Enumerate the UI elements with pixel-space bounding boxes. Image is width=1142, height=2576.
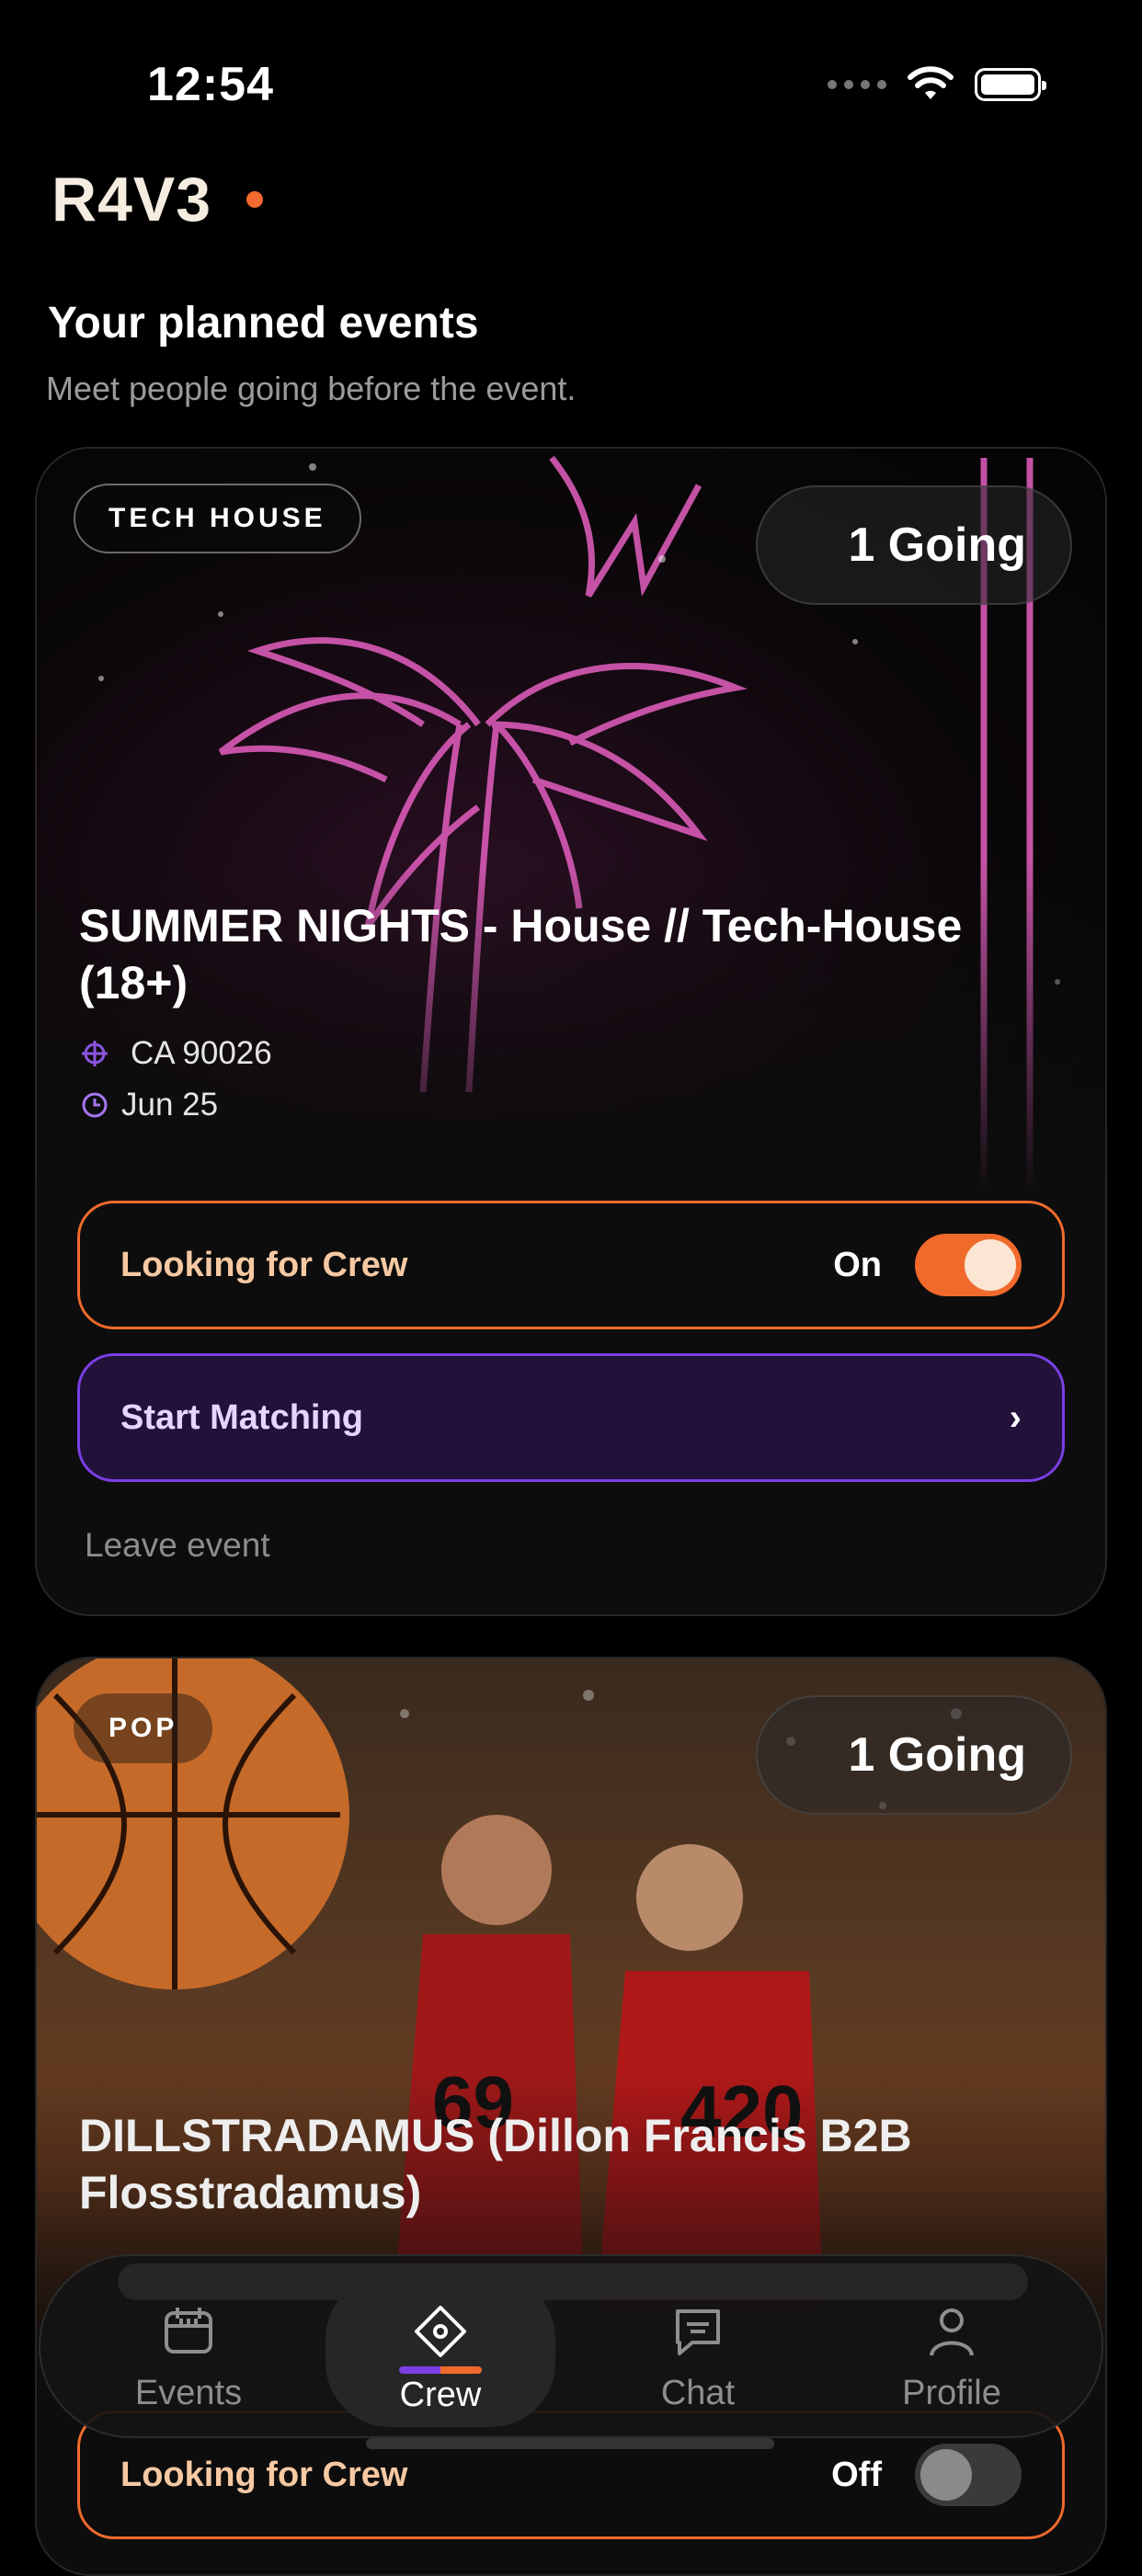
genre-badge: TECH HOUSE bbox=[74, 484, 361, 553]
event-date-text: Jun 25 bbox=[121, 1087, 219, 1123]
event-title: DILLSTRADAMUS (Dillon Francis B2B Flosst… bbox=[79, 2110, 912, 2218]
tab-label: Profile bbox=[902, 2374, 1001, 2412]
tab-events[interactable]: Events bbox=[74, 2293, 303, 2431]
status-indicators bbox=[828, 66, 1046, 103]
genre-badge: POP bbox=[74, 1693, 213, 1763]
crew-label: Looking for Crew bbox=[120, 2455, 408, 2494]
tab-label: Events bbox=[134, 2374, 243, 2412]
going-count-badge: 1 Going bbox=[756, 485, 1072, 605]
brand-dot bbox=[246, 191, 263, 208]
leave-event-link[interactable]: Leave event bbox=[85, 1526, 270, 1565]
tab-crew[interactable]: Crew bbox=[325, 2274, 555, 2427]
battery-icon bbox=[975, 68, 1046, 101]
crew-label: Looking for Crew bbox=[120, 1245, 408, 1284]
tab-chat[interactable]: Chat bbox=[583, 2293, 813, 2431]
event-title: SUMMER NIGHTS - House // Tech-House (18+… bbox=[79, 900, 963, 1009]
crew-toggle[interactable] bbox=[915, 2444, 1022, 2506]
tab-label: Crew bbox=[399, 2376, 482, 2414]
home-indicator bbox=[366, 2438, 774, 2449]
page-subtitle: Meet people going before the event. bbox=[46, 370, 577, 407]
looking-for-crew-row: Looking for Crew On bbox=[77, 1201, 1065, 1329]
event-location: CA 90026 bbox=[79, 1035, 272, 1072]
crew-state: On bbox=[833, 1245, 882, 1284]
clock-icon bbox=[82, 1092, 108, 1118]
event-location-text: CA 90026 bbox=[131, 1035, 272, 1071]
calendar-icon bbox=[165, 2308, 212, 2354]
tab-bar: Events Crew Chat Profile bbox=[39, 2254, 1103, 2438]
person-icon bbox=[930, 2308, 974, 2356]
event-card[interactable]: TECH HOUSE 1 Going SUMMER NIGHTS - House… bbox=[35, 447, 1107, 1616]
app-logo: R4V3 bbox=[51, 165, 212, 234]
active-tab-indicator bbox=[399, 2366, 482, 2374]
tab-label: Chat bbox=[660, 2374, 736, 2412]
going-count-badge: 1 Going bbox=[756, 1695, 1072, 1815]
chevron-right-icon: › bbox=[1009, 1396, 1022, 1438]
diamond-icon bbox=[415, 2306, 466, 2357]
wifi-icon bbox=[908, 66, 954, 99]
page-title: Your planned events bbox=[48, 299, 479, 348]
signal-icon bbox=[828, 80, 886, 89]
crew-toggle[interactable] bbox=[915, 1234, 1022, 1296]
event-date: Jun 25 bbox=[79, 1087, 218, 1123]
status-time: 12:54 bbox=[147, 58, 274, 111]
tab-profile[interactable]: Profile bbox=[837, 2293, 1067, 2431]
start-matching-button[interactable]: Start Matching › bbox=[77, 1353, 1065, 1482]
start-matching-label: Start Matching bbox=[120, 1397, 363, 1437]
chat-icon bbox=[676, 2309, 720, 2355]
location-icon bbox=[82, 1041, 108, 1066]
crew-state: Off bbox=[831, 2455, 882, 2494]
